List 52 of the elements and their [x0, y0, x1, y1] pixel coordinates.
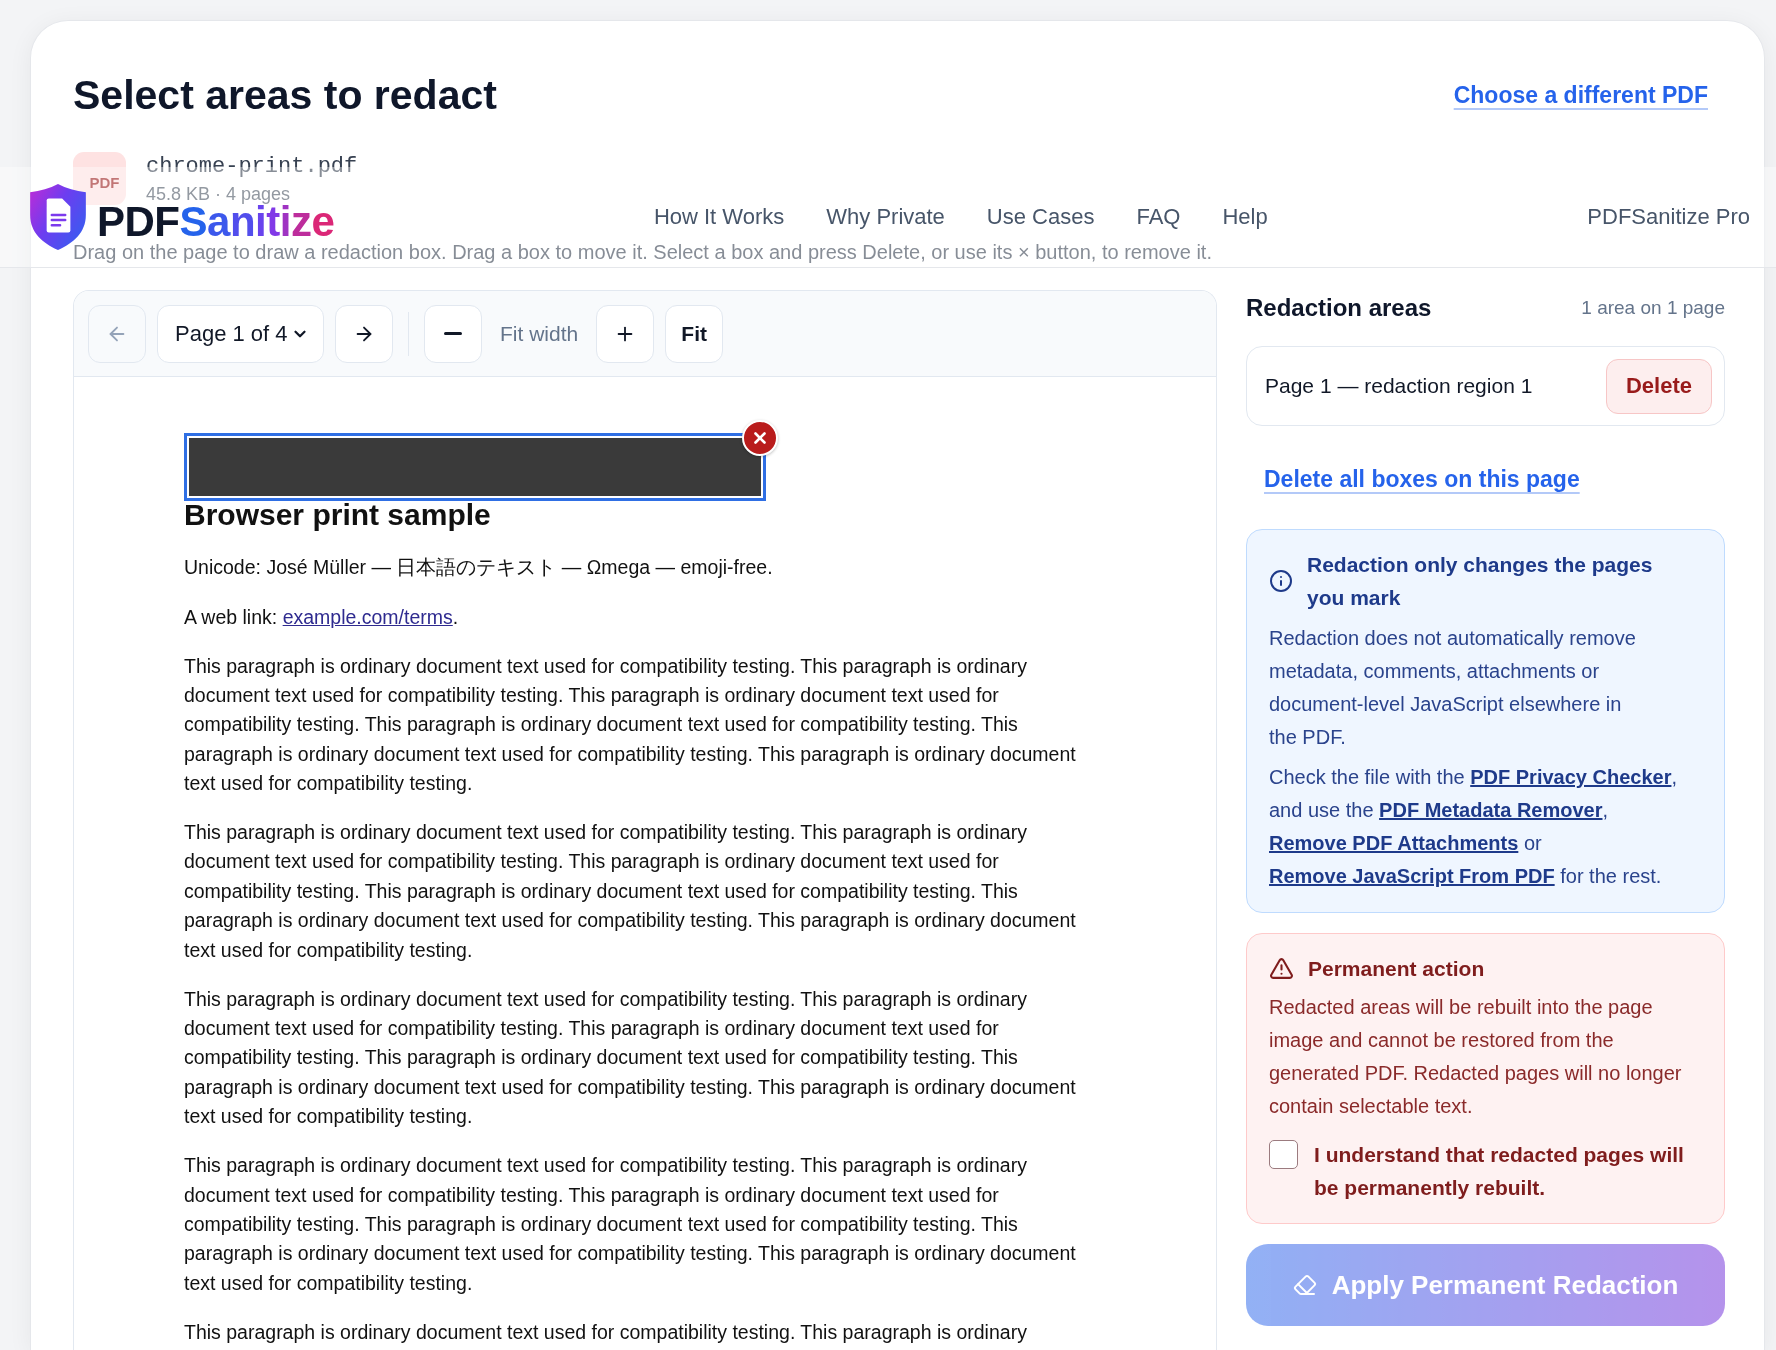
region-label: Page 1 — redaction region 1	[1265, 374, 1533, 398]
page-select[interactable]: Page 1 of 4	[157, 304, 324, 363]
confirm-checkbox[interactable]	[1269, 1140, 1298, 1169]
fit-button[interactable]: Fit	[665, 304, 724, 363]
region-card[interactable]: Page 1 — redaction region 1 Delete	[1246, 346, 1725, 426]
page-title: Select areas to redact	[73, 71, 497, 119]
remove-box-button[interactable]	[742, 420, 778, 456]
zoom-in-button[interactable]	[596, 304, 655, 363]
nav-link[interactable]: Help	[1222, 203, 1268, 231]
eraser-icon	[1292, 1273, 1317, 1297]
nav-link[interactable]: Why Private	[826, 203, 945, 231]
web-link-text: A web link: example.com/terms.	[184, 605, 460, 630]
instructions-text: Drag on the page to draw a redaction box. Drag a box to move it. Select a box and press Delete, or use its × button, to remove it.	[73, 240, 1213, 265]
document-paragraph: This paragraph is ordinary document text used for compatibility testing. This paragraph is ordinary document text used for compatibility testing. This paragraph is ordinary document text used for compatibility testing. This paragraph is ordinary document text used for compatibility testing. This paragraph is ordinary document text used for compatibility testing. This paragraph is ordinary document text used for compatibility testing.	[184, 820, 1077, 963]
minus-icon	[444, 332, 462, 335]
zoom-label: Fit width	[499, 321, 580, 346]
area-summary: 1 area on 1 page	[1581, 297, 1725, 319]
info-icon	[1269, 569, 1293, 593]
brand-wordmark[interactable]: PDFSanitize	[97, 206, 335, 237]
delete-all-link[interactable]: Delete all boxes on this page	[1264, 465, 1580, 493]
delete-button[interactable]: Delete	[1606, 358, 1712, 414]
info-title: Redaction only changes the pages you mark	[1307, 552, 1654, 611]
warning-title: Permanent action	[1308, 956, 1485, 982]
tool-link[interactable]: Remove PDF Attachments	[1269, 832, 1519, 854]
unicode-line: Unicode: José Müller — 日本語のテキスト — Ωmega — emoji-free.	[184, 555, 774, 580]
file-type-tile: PDF	[73, 152, 126, 205]
tool-link[interactable]: PDF Privacy Checker	[1470, 766, 1672, 788]
warning-text: Redacted areas will be rebuilt into the page image and cannot be restored from the generated PDF. Redacted pages will no longer contain selectable text.	[1269, 995, 1683, 1119]
document-paragraph: This paragraph is ordinary document text used for compatibility testing. This paragraph is ordinary	[184, 1319, 1028, 1345]
web-link[interactable]: example.com/terms	[282, 606, 453, 628]
zoom-out-button[interactable]	[424, 304, 482, 363]
close-icon	[751, 429, 769, 447]
document-paragraph: This paragraph is ordinary document text used for compatibility testing. This paragraph is ordinary document text used for compatibility testing. This paragraph is ordinary document text used for compatibility testing. This paragraph is ordinary document text used for compatibility testing. This paragraph is ordinary document text used for compatibility testing. This paragraph is ordinary document text used for compatibility testing.	[184, 1153, 1077, 1296]
pro-link[interactable]: PDFSanitize Pro	[1587, 203, 1750, 231]
document-paragraph: This paragraph is ordinary document text used for compatibility testing. This paragraph is ordinary document text used for compatibility testing. This paragraph is ordinary document text used for compatibility testing. This paragraph is ordinary document text used for compatibility testing. This paragraph is ordinary document text used for compatibility testing. This paragraph is ordinary document text used for compatibility testing.	[184, 653, 1077, 797]
confirm-label: I understand that redacted pages will be permanently rebuilt.	[1314, 1142, 1685, 1201]
nav-link[interactable]: How It Works	[653, 203, 785, 231]
warning-icon	[1269, 956, 1294, 981]
panel-title: Redaction areas	[1246, 294, 1432, 322]
file-name: chrome-print.pdf	[146, 153, 358, 181]
choose-pdf-link[interactable]: Choose a different PDF	[1453, 81, 1708, 109]
tool-link[interactable]: PDF Metadata Remover	[1379, 799, 1603, 821]
nav-link[interactable]: Use Cases	[986, 203, 1095, 231]
info-text: Redaction does not automatically remove metadata, comments, attachments or document-level JavaScript elsewhere in the PDF.	[1269, 626, 1637, 750]
file-meta: 45.8 KB · 4 pages	[146, 183, 291, 205]
document-paragraph: This paragraph is ordinary document text used for compatibility testing. This paragraph is ordinary document text used for compatibility testing. This paragraph is ordinary document text used for compatibility testing. This paragraph is ordinary document text used for compatibility testing. This paragraph is ordinary document text used for compatibility testing. This paragraph is ordinary document text used for compatibility testing.	[184, 986, 1077, 1130]
nav-link[interactable]: FAQ	[1136, 203, 1181, 231]
info-links-text: Check the file with the PDF Privacy Checker, and use the PDF Metadata Remover, Remove PDF Attachments or Remove JavaScript From PDF for the rest.	[1269, 765, 1678, 889]
redaction-box[interactable]	[184, 433, 766, 501]
document-heading: Browser print sample	[184, 497, 492, 533]
tool-link[interactable]: Remove JavaScript From PDF	[1269, 865, 1555, 887]
next-page-button[interactable]	[335, 304, 393, 363]
